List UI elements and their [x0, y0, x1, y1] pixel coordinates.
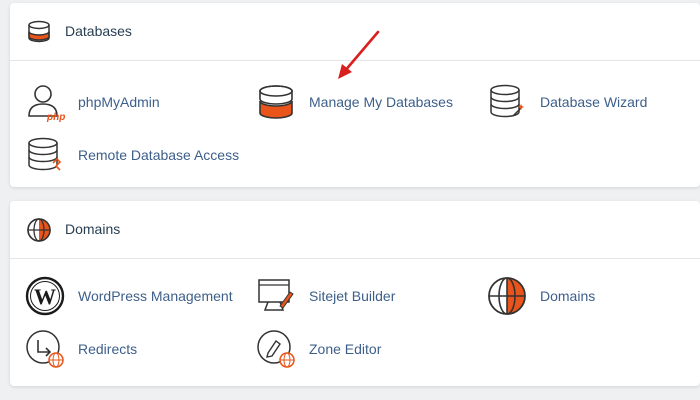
- databases-title: Databases: [65, 23, 132, 39]
- domains-panel: Domains W WordPress Management Sitejet B…: [10, 201, 700, 386]
- database-icon: [28, 20, 50, 43]
- svg-text:php: php: [46, 112, 65, 122]
- item-database-wizard[interactable]: Database Wizard: [487, 82, 687, 122]
- item-remote-database-access[interactable]: Remote Database Access: [25, 135, 265, 175]
- annotation-arrow: [338, 30, 380, 79]
- svg-text:W: W: [34, 284, 56, 309]
- phpmyadmin-icon: php: [28, 85, 65, 122]
- wordpress-icon: W: [25, 276, 65, 316]
- remote-database-icon: [28, 137, 62, 171]
- domains-title: Domains: [65, 221, 121, 237]
- item-redirects[interactable]: Redirects: [25, 329, 225, 369]
- database-orange-icon: [259, 85, 293, 119]
- redirect-icon: [26, 330, 64, 368]
- item-wordpress-management[interactable]: W WordPress Management: [25, 276, 255, 316]
- globe-orange-icon: [488, 277, 526, 315]
- item-zone-editor[interactable]: Zone Editor: [256, 329, 456, 369]
- globe-icon: [27, 218, 51, 242]
- sitejet-builder-icon: [258, 279, 294, 311]
- zone-editor-icon: [257, 330, 295, 368]
- domains-panel-header[interactable]: Domains: [10, 201, 700, 259]
- item-manage-my-databases[interactable]: Manage My Databases: [256, 82, 456, 122]
- item-domains[interactable]: Domains: [487, 276, 687, 316]
- database-wizard-icon: [490, 84, 524, 118]
- item-sitejet-builder[interactable]: Sitejet Builder: [256, 276, 456, 316]
- item-phpmyadmin[interactable]: php phpMyAdmin: [25, 82, 225, 122]
